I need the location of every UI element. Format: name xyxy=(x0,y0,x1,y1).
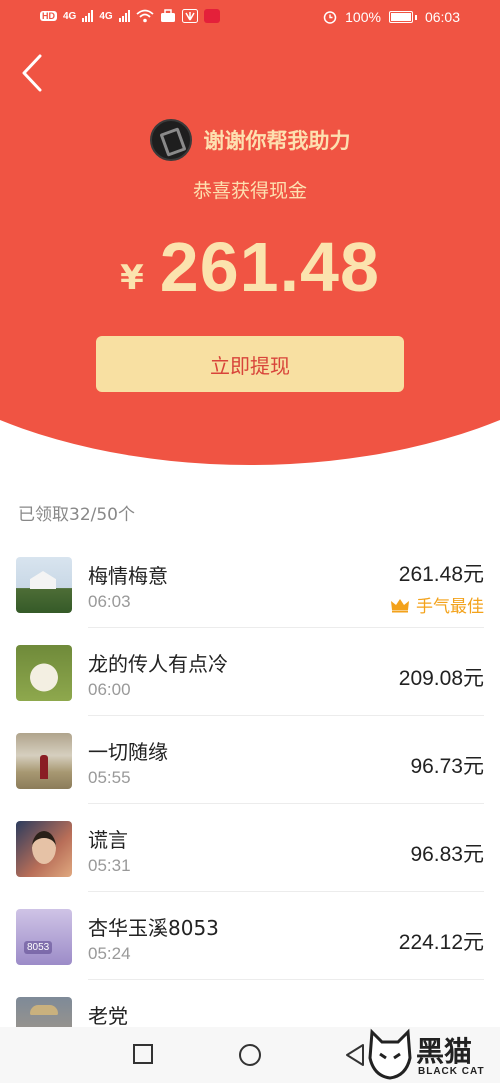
amount-value: 261.48 xyxy=(159,228,380,306)
record-time: 05:31 xyxy=(88,856,131,875)
record-name: 谎言 xyxy=(88,828,128,852)
list-item[interactable]: 谎言 05:31 96.83元 xyxy=(0,804,500,892)
record-amount: 224.12元 xyxy=(398,931,484,954)
records-list: 梅情梅意 06:03 261.48元 手气最佳 龙的传人有点冷 06:00 20… xyxy=(0,540,500,1068)
record-amount: 96.83元 xyxy=(410,843,484,866)
watermark-text-en: BLACK CAT xyxy=(418,1066,485,1077)
record-name: 梅情梅意 xyxy=(88,564,168,588)
back-button[interactable] xyxy=(16,52,56,98)
back-triangle-icon[interactable] xyxy=(344,1043,366,1067)
black-cat-watermark: 黑猫 BLACK CAT xyxy=(366,1028,490,1080)
huawei-icon xyxy=(181,9,198,23)
crown-icon xyxy=(391,598,409,612)
signal-icon xyxy=(118,10,130,22)
wifi-icon xyxy=(136,9,154,23)
record-amount: 209.08元 xyxy=(398,667,484,690)
list-item[interactable]: 一切随缘 05:55 96.73元 xyxy=(0,716,500,804)
home-icon[interactable] xyxy=(238,1043,262,1067)
record-time: 06:03 xyxy=(88,592,131,611)
record-name: 一切随缘 xyxy=(88,740,168,764)
hd-icon: HD xyxy=(40,11,57,21)
record-name: 杏华玉溪8053 xyxy=(88,916,219,940)
record-name: 老党 xyxy=(88,1004,128,1028)
best-luck-badge: 手气最佳 xyxy=(390,592,484,617)
recent-apps-icon[interactable] xyxy=(132,1043,154,1065)
congrats-subtitle: 恭喜获得现金 xyxy=(192,180,307,202)
status-bar: HD 4G 4G 100% 06:03 xyxy=(0,0,500,36)
battery-percent: 100% xyxy=(345,9,381,25)
sender-name: 谢谢你帮我助力 xyxy=(203,129,351,153)
status-right: 100% 06:03 xyxy=(323,9,460,25)
record-amount: 96.73元 xyxy=(410,755,484,778)
record-amount: 261.48元 xyxy=(398,563,484,586)
tmall-icon xyxy=(203,9,220,23)
status-left: HD 4G 4G xyxy=(40,9,220,23)
red-packet-screen: HD 4G 4G 100% 06:03 谢谢你帮我助力 恭喜获得现金 ¥ 261… xyxy=(0,0,500,1083)
record-time: 06:00 xyxy=(88,680,131,699)
list-item[interactable]: 梅情梅意 06:03 261.48元 手气最佳 xyxy=(0,540,500,628)
avatar xyxy=(16,557,72,613)
list-item[interactable]: 杏华玉溪8053 05:24 224.12元 xyxy=(0,892,500,980)
record-name: 龙的传人有点冷 xyxy=(88,652,228,676)
clock: 06:03 xyxy=(424,9,460,25)
avatar xyxy=(16,733,72,789)
battery-tip xyxy=(414,14,417,20)
record-time: 05:55 xyxy=(88,768,131,787)
sender-info: 谢谢你帮我助力 xyxy=(0,119,500,161)
battery-icon xyxy=(388,11,413,23)
briefcase-icon xyxy=(160,9,175,22)
signal-icon xyxy=(82,10,94,22)
list-item[interactable]: 龙的传人有点冷 06:00 209.08元 xyxy=(0,628,500,716)
best-luck-label: 手气最佳 xyxy=(416,597,484,617)
avatar xyxy=(16,645,72,701)
withdraw-button[interactable]: 立即提现 xyxy=(96,336,404,392)
avatar[interactable] xyxy=(149,119,192,161)
signal-label-1: 4G xyxy=(63,10,77,22)
avatar xyxy=(16,909,72,965)
cash-amount: ¥ 261.48 xyxy=(0,222,500,312)
claimed-count: 已领取32/50个 xyxy=(18,505,135,525)
alarm-icon xyxy=(323,11,337,24)
chevron-left-icon xyxy=(22,54,42,92)
cat-logo-icon xyxy=(368,1028,412,1080)
avatar xyxy=(16,821,72,877)
currency-symbol: ¥ xyxy=(120,258,144,298)
record-time: 05:24 xyxy=(88,944,131,963)
signal-label-2: 4G xyxy=(99,10,113,22)
watermark-text-cn: 黑猫 xyxy=(416,1035,473,1068)
